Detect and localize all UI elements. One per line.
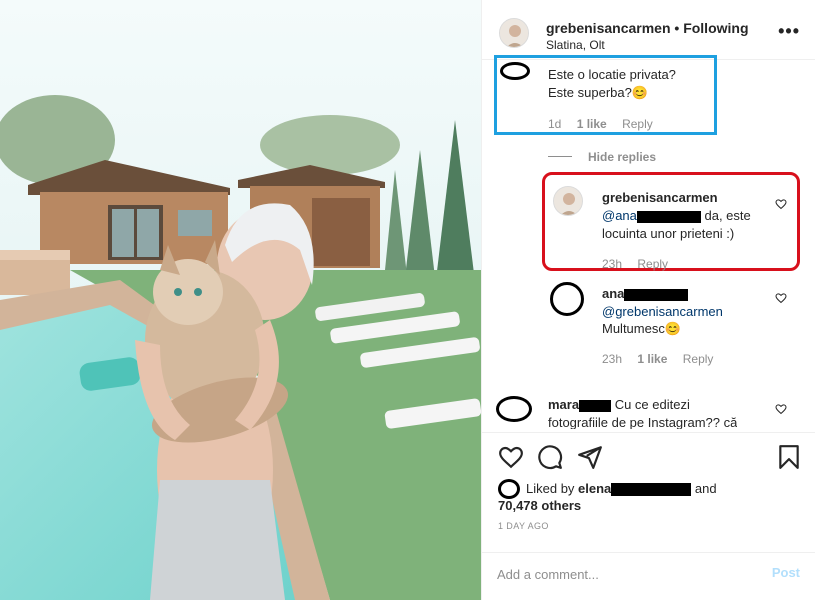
likes-prefix: Liked by xyxy=(526,481,575,496)
post-header: grebenisancarmen • Following Slatina, Ol… xyxy=(482,0,815,60)
comment3-line-1: mara Cu ce editezi xyxy=(548,396,690,414)
username-link[interactable]: grebenisancarmen xyxy=(546,20,671,36)
reply-text-after: da, este xyxy=(700,208,751,223)
location-link[interactable]: Slatina, Olt xyxy=(546,38,605,52)
reply-username[interactable]: grebenisancarmen xyxy=(602,189,718,207)
avatar-picture xyxy=(500,19,528,47)
comment-input[interactable] xyxy=(497,565,757,583)
comment-bubble-icon[interactable] xyxy=(537,444,563,470)
reply2-mention: @grebenisancarmen xyxy=(602,303,723,321)
redaction-circle-avatar xyxy=(550,282,584,316)
reply-time: 23h xyxy=(602,257,623,271)
post-comment-button[interactable]: Post xyxy=(772,565,800,580)
photo-illustration xyxy=(0,0,481,600)
redaction-circle-avatar xyxy=(496,396,532,422)
reply2-reply-button[interactable]: Reply xyxy=(683,352,714,366)
reply2-meta: 23h 1 like Reply xyxy=(602,352,725,366)
hide-replies-button[interactable]: Hide replies xyxy=(588,150,656,164)
like-heart-icon[interactable] xyxy=(775,292,787,304)
likes-line-1: Liked by elena and xyxy=(526,480,717,497)
reply2-time: 23h xyxy=(602,352,623,366)
reply2-username-line: ana xyxy=(602,285,689,303)
blue-highlight-box xyxy=(494,55,717,135)
post-side-panel: grebenisancarmen • Following Slatina, Ol… xyxy=(481,0,815,600)
redaction-bar xyxy=(624,288,689,301)
comment3-text-2: fotografiile de pe Instagram?? că xyxy=(548,415,738,429)
reply-avatar[interactable] xyxy=(553,186,583,216)
divider xyxy=(482,432,815,433)
redaction-bar xyxy=(611,483,692,497)
reply2-text: Multumesc😊 xyxy=(602,321,682,336)
reply-text-line-1: @ana da, este xyxy=(602,207,751,225)
reply-mention[interactable]: @ana xyxy=(602,208,637,223)
separator-dot: • xyxy=(674,20,680,36)
header-username-line: grebenisancarmen • Following xyxy=(546,20,749,36)
comment3-username[interactable]: mara xyxy=(548,397,579,412)
comment3-text-1: Cu ce editezi xyxy=(614,397,690,412)
reply2-mention-link[interactable]: @grebenisancarmen xyxy=(602,304,723,319)
redaction-bar xyxy=(636,210,701,223)
post-photo[interactable] xyxy=(0,0,481,600)
reply2-username[interactable]: ana xyxy=(602,286,624,301)
follow-status-button[interactable]: Following xyxy=(683,20,748,36)
redaction-bar xyxy=(579,399,612,412)
more-options-icon[interactable]: ••• xyxy=(778,22,800,40)
hide-replies-line xyxy=(548,156,572,157)
like-heart-icon[interactable] xyxy=(775,403,787,415)
avatar[interactable] xyxy=(499,18,529,48)
likes-username[interactable]: elena xyxy=(578,481,611,496)
reply2-likes[interactable]: 1 like xyxy=(637,352,667,366)
likes-count[interactable]: 70,478 others xyxy=(498,497,581,514)
like-heart-icon[interactable] xyxy=(775,198,787,210)
share-paper-plane-icon[interactable] xyxy=(577,444,603,470)
bookmark-icon[interactable] xyxy=(776,444,802,470)
add-comment-bar: Post xyxy=(482,552,815,600)
redaction-circle-avatar xyxy=(498,479,520,499)
reply-meta: 23h Reply xyxy=(602,257,680,271)
reply-reply-button[interactable]: Reply xyxy=(637,257,668,271)
like-heart-icon[interactable] xyxy=(498,444,524,470)
reply-text-line-2: locuinta unor prieteni :) xyxy=(602,226,735,241)
post-date[interactable]: 1 DAY AGO xyxy=(498,521,549,531)
likes-and: and xyxy=(694,481,717,496)
